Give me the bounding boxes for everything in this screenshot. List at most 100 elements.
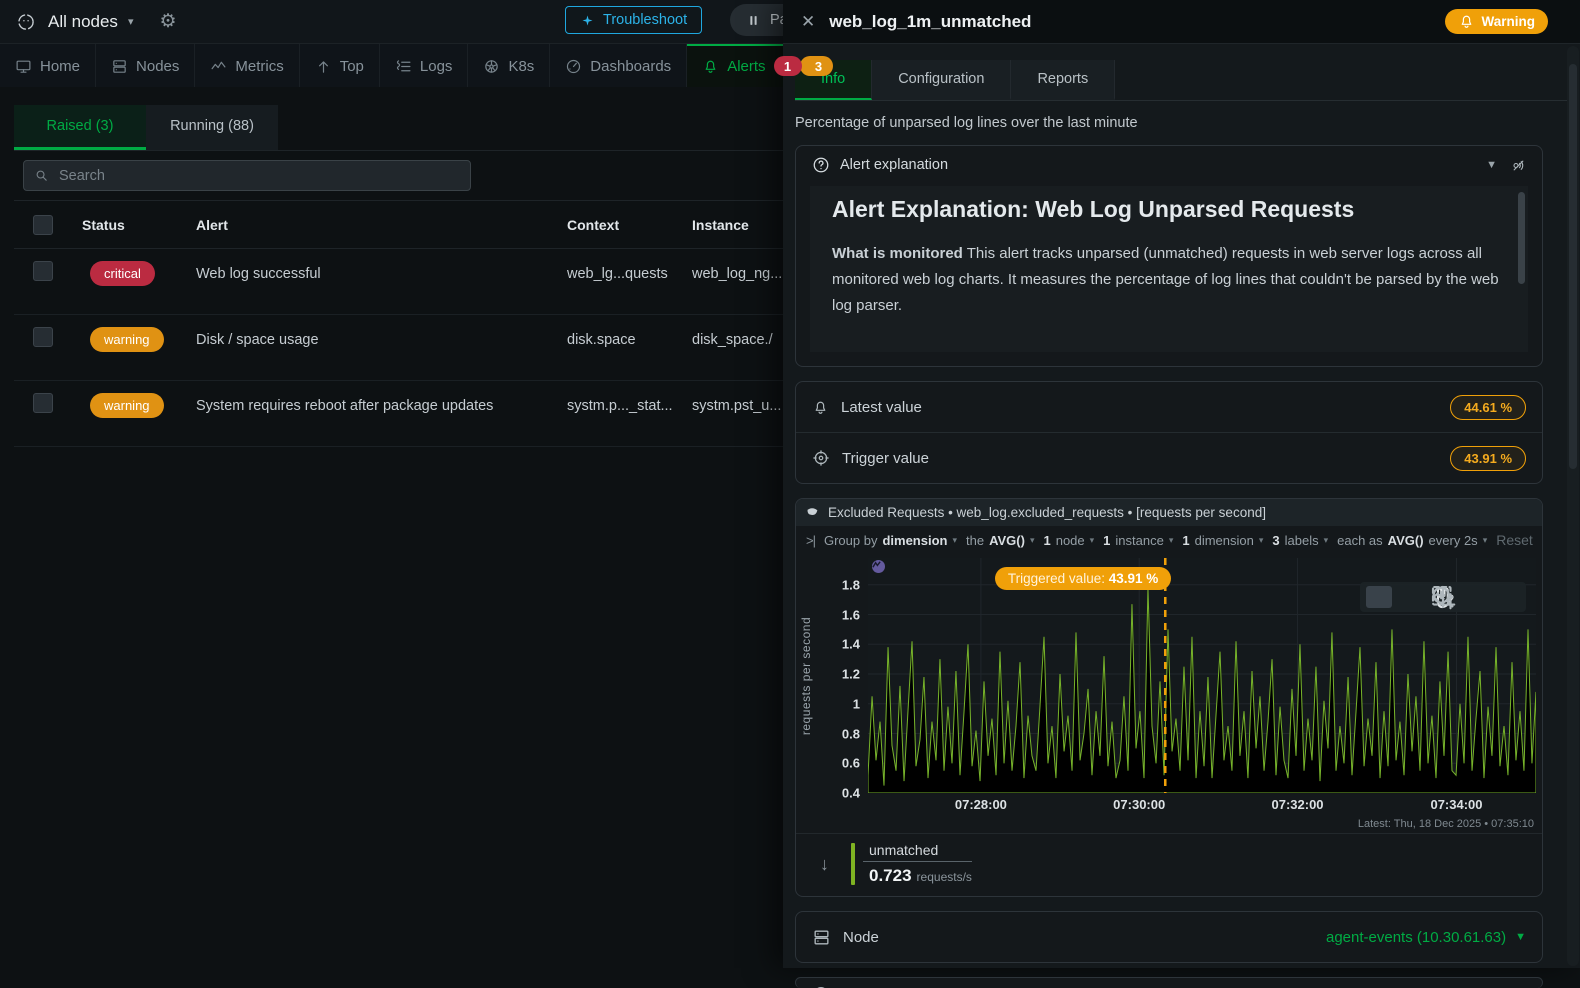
status-badge[interactable]: Warning <box>1445 9 1549 34</box>
node-label: Node <box>843 929 879 946</box>
chart-title: Excluded Requests • web_log.excluded_req… <box>828 505 1266 520</box>
metrics-icon <box>210 58 227 75</box>
nav-tab-dashboards[interactable]: Dashboards <box>550 44 687 88</box>
detail-tabs: Info Configuration Reports <box>795 60 1568 101</box>
row-checkbox[interactable] <box>33 393 53 413</box>
reset-button[interactable]: Reset <box>1496 532 1533 548</box>
bell-icon <box>702 58 719 75</box>
x-tick-label: 07:28:00 <box>955 797 1007 812</box>
chevron-down-icon: ▾ <box>1324 535 1329 546</box>
dimension-color-swatch <box>851 843 855 885</box>
anomaly-icon[interactable] <box>872 560 885 573</box>
sort-arrow-icon[interactable]: ↓ <box>820 854 829 875</box>
table-row[interactable]: warningDisk / space usagedisk.spacedisk_… <box>14 315 783 381</box>
dimension-units: requests/s <box>917 870 972 884</box>
legend-dimension[interactable]: unmatched 0.723requests/s <box>863 842 972 886</box>
collapse-sidebar-icon[interactable]: >| <box>806 533 815 548</box>
alert-detail-panel: ✕ web_log_1m_unmatched Warning Info Conf… <box>783 0 1580 968</box>
search-icon <box>34 168 49 183</box>
node-selector[interactable]: All nodes <box>48 12 118 32</box>
troubleshoot-button[interactable]: Troubleshoot <box>565 6 702 34</box>
toolbar-segment[interactable]: 1 dimension▾ <box>1182 533 1263 548</box>
latest-value-pill: 44.61 % <box>1450 395 1526 420</box>
alert-instance: disk_space./ <box>692 327 783 348</box>
read-aloud-icon[interactable] <box>1511 158 1526 173</box>
toolbar-segment[interactable]: Group by dimension▾ <box>824 533 957 548</box>
chevron-down-icon: ▾ <box>1483 535 1488 546</box>
row-checkbox[interactable] <box>33 327 53 347</box>
monitor-icon <box>15 58 32 75</box>
chart-plot-area: requests per second 1.81.61.41.210.80.60… <box>796 558 1542 793</box>
segment-text: node <box>1056 533 1085 548</box>
segment-text: AVG() <box>989 533 1025 548</box>
alerts-list-panel: Raised (3) Running (88) Status Alert Con… <box>0 87 783 968</box>
chart-tools: ⌄ <box>1360 582 1526 612</box>
tab-reports[interactable]: Reports <box>1011 60 1115 100</box>
explanation-content[interactable]: Alert Explanation: Web Log Unparsed Requ… <box>810 186 1528 352</box>
x-tick-label: 07:30:00 <box>1113 797 1165 812</box>
row-checkbox[interactable] <box>33 261 53 281</box>
dimension-name: unmatched <box>863 842 972 862</box>
segment-text: 1 <box>1182 533 1189 548</box>
table-row[interactable]: criticalWeb log successfulweb_lg...quest… <box>14 249 783 315</box>
alerts-list-tabs: Raised (3) Running (88) <box>14 105 783 150</box>
close-icon[interactable]: ✕ <box>801 12 815 32</box>
chevron-down-icon[interactable]: ▾ <box>128 15 134 28</box>
bell-icon <box>812 399 829 416</box>
server-icon <box>812 928 831 947</box>
gauge-icon <box>565 58 582 75</box>
zoom-out-icon[interactable] <box>1494 586 1520 608</box>
y-tick-label: 0.6 <box>842 756 860 771</box>
toolbar-segment[interactable]: the AVG()▾ <box>966 533 1034 548</box>
nav-tab-home[interactable]: Home <box>0 44 96 88</box>
chart-canvas[interactable]: Triggered value: 43.91 % ⌄ <box>868 558 1536 793</box>
nav-tab-logs[interactable]: Logs <box>380 44 469 88</box>
table-row[interactable]: warningSystem requires reboot after pack… <box>14 381 783 447</box>
chart-toolbar: >|Group by dimension▾the AVG()▾1 node▾1 … <box>796 526 1542 554</box>
nav-tab-top[interactable]: Top <box>300 44 380 88</box>
bell-icon <box>1458 13 1475 30</box>
top-icon <box>315 58 332 75</box>
chart-title-bar: Excluded Requests • web_log.excluded_req… <box>796 499 1542 526</box>
segment-text: labels <box>1285 533 1319 548</box>
alerts-badge-warning: 3 <box>800 56 833 76</box>
alerts-badge-critical: 1 <box>774 56 802 76</box>
toolbar-segment[interactable]: 1 node▾ <box>1043 533 1094 548</box>
gear-icon[interactable]: ⚙ <box>159 10 176 33</box>
tab-running[interactable]: Running (88) <box>146 105 278 150</box>
segment-text: Group by <box>824 533 877 548</box>
collapse-icon[interactable]: ▼ <box>1486 159 1497 171</box>
target-icon <box>812 449 830 467</box>
next-card-stub <box>795 977 1543 988</box>
panel-scrollbar[interactable] <box>1567 46 1579 966</box>
search-input[interactable] <box>57 167 460 185</box>
segment-text: each as <box>1337 533 1383 548</box>
y-tick-label: 1.8 <box>842 577 860 592</box>
search-box[interactable] <box>23 160 471 191</box>
node-selector-value[interactable]: agent-events (10.30.61.63)▼ <box>1326 929 1526 946</box>
y-tick-label: 1.2 <box>842 667 860 682</box>
pause-icon <box>746 13 761 28</box>
segment-text: the <box>966 533 984 548</box>
space-icon[interactable] <box>16 12 36 32</box>
latest-value-label: Latest value <box>841 399 922 416</box>
select-all-checkbox[interactable] <box>33 215 53 235</box>
col-instance: Instance <box>692 217 783 233</box>
tab-configuration[interactable]: Configuration <box>872 60 1011 100</box>
nav-tab-metrics[interactable]: Metrics <box>195 44 299 88</box>
toolbar-segment[interactable]: each as AVG() every 2s▾ <box>1337 533 1487 548</box>
nav-tab-k8s[interactable]: K8s <box>468 44 550 88</box>
toolbar-segment[interactable]: 1 instance▾ <box>1103 533 1173 548</box>
y-tick-label: 0.4 <box>842 786 860 801</box>
toolbar-segment[interactable]: 3 labels ▾ <box>1272 533 1328 548</box>
alert-name: System requires reboot after package upd… <box>196 393 567 414</box>
tab-raised[interactable]: Raised (3) <box>14 105 146 150</box>
explanation-scrollbar[interactable] <box>1518 192 1525 284</box>
nav-tab-nodes[interactable]: Nodes <box>96 44 195 88</box>
troubleshoot-label: Troubleshoot <box>603 12 687 28</box>
segment-text: 3 <box>1272 533 1279 548</box>
y-tick-label: 0.8 <box>842 726 860 741</box>
nodes-icon <box>111 58 128 75</box>
alert-explanation-card: Alert explanation ▼ Alert Explanation: W… <box>795 145 1543 367</box>
table-header: Status Alert Context Instance <box>14 201 783 249</box>
